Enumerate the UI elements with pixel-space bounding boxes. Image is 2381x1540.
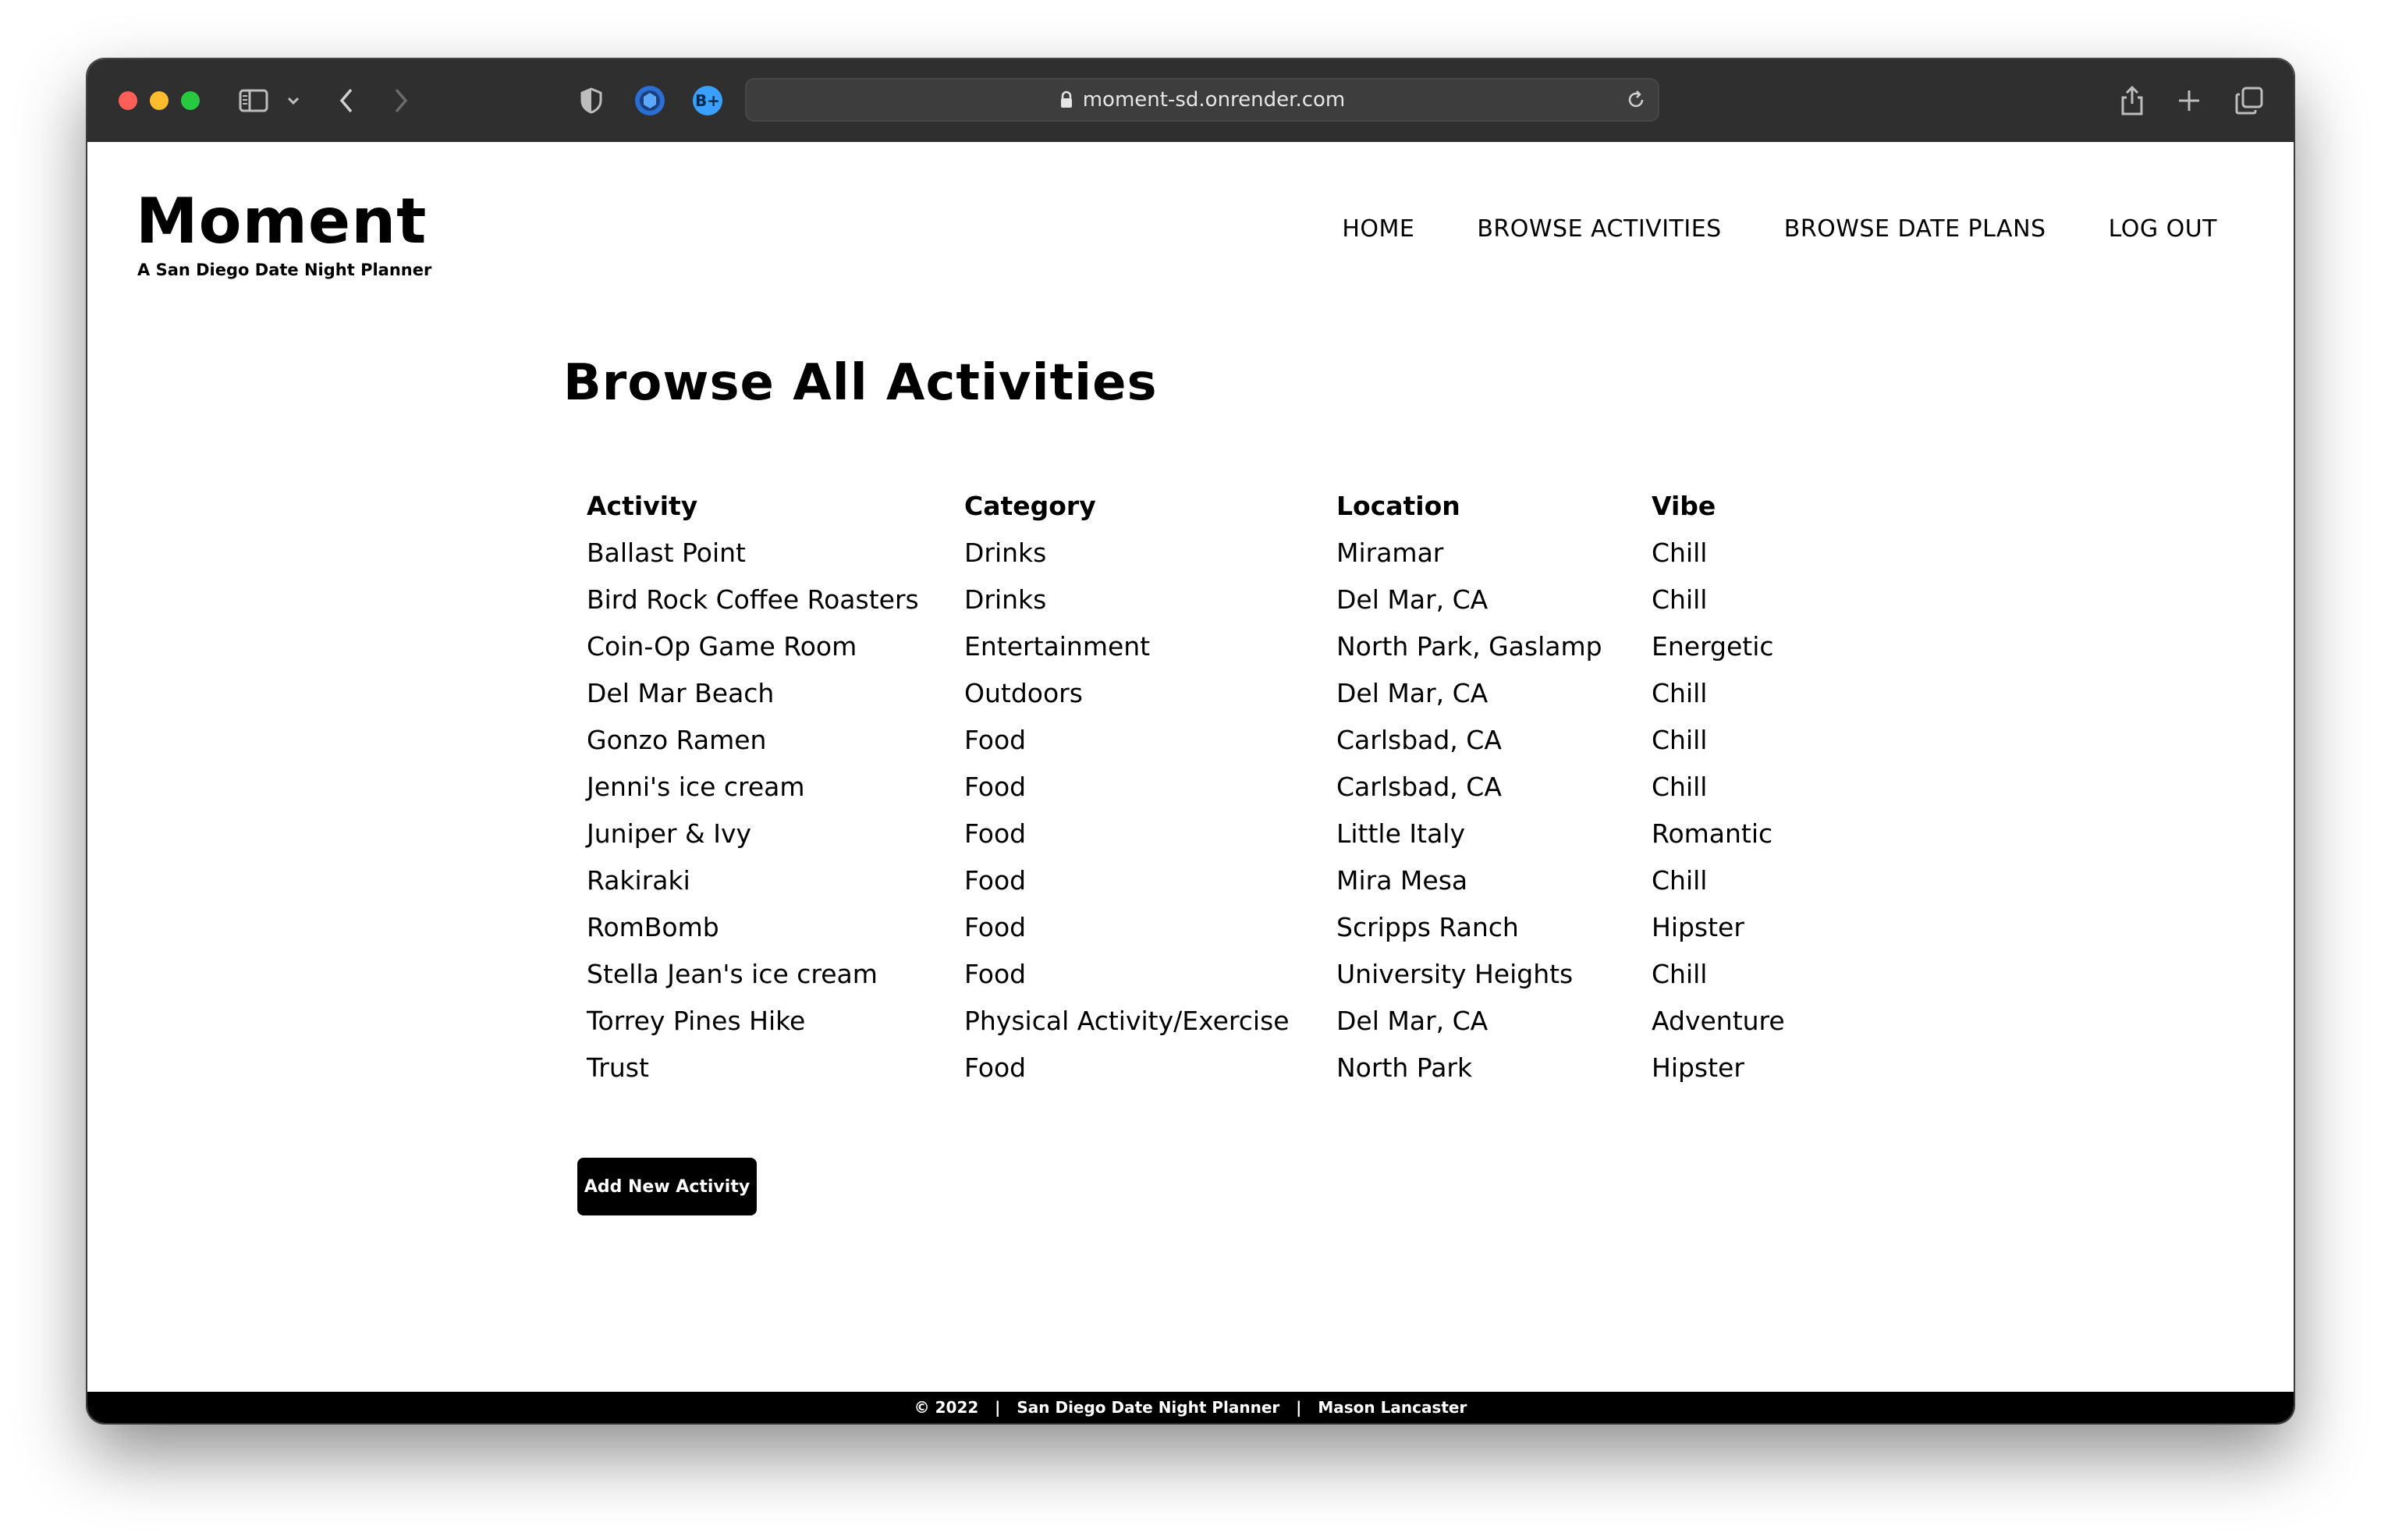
- cell-category: Food: [964, 911, 1027, 942]
- minimize-window-button[interactable]: [150, 91, 169, 110]
- cell-location: North Park: [1336, 1052, 1473, 1083]
- table-row[interactable]: Ballast Point Drinks Miramar Chill: [587, 529, 1870, 576]
- share-icon[interactable]: [2119, 83, 2145, 119]
- page-content: Moment A San Diego Date Night Planner HO…: [87, 142, 2294, 1423]
- column-header-activity: Activity: [587, 490, 698, 521]
- cell-category: Drinks: [964, 537, 1047, 568]
- table-row[interactable]: Jenni's ice cream Food Carlsbad, CA Chil…: [587, 763, 1870, 810]
- cell-vibe: Chill: [1652, 584, 1708, 615]
- new-tab-plus-icon[interactable]: [2177, 83, 2202, 119]
- table-row[interactable]: RomBomb Food Scripps Ranch Hipster: [587, 903, 1870, 950]
- cell-vibe: Adventure: [1652, 1005, 1785, 1036]
- site-logo-title[interactable]: Moment: [136, 190, 431, 253]
- cell-activity: Trust: [587, 1052, 649, 1083]
- cell-vibe: Hipster: [1652, 1052, 1744, 1083]
- brand: Moment A San Diego Date Night Planner: [136, 190, 432, 280]
- cell-activity: Juniper & Ivy: [587, 818, 752, 849]
- cell-location: Carlsbad, CA: [1336, 771, 1502, 802]
- cell-activity: Ballast Point: [587, 537, 746, 568]
- cell-location: Little Italy: [1336, 818, 1465, 849]
- table-row[interactable]: Stella Jean's ice cream Food University …: [587, 950, 1870, 997]
- cell-vibe: Chill: [1652, 771, 1708, 802]
- site-footer: © 2022 | San Diego Date Night Planner | …: [87, 1392, 2294, 1423]
- browser-toolbar: B+ moment-sd.onrender.com: [87, 59, 2294, 144]
- cell-activity: Del Mar Beach: [587, 677, 775, 708]
- stage: B+ moment-sd.onrender.com Moment A San D…: [0, 0, 2381, 1540]
- zoom-window-button[interactable]: [181, 91, 200, 110]
- cell-location: North Park, Gaslamp: [1336, 630, 1602, 662]
- table-row[interactable]: Coin-Op Game Room Entertainment North Pa…: [587, 623, 1870, 669]
- close-window-button[interactable]: [119, 91, 137, 110]
- browser-window: B+ moment-sd.onrender.com Moment A San D…: [87, 59, 2294, 1423]
- table-row[interactable]: Juniper & Ivy Food Little Italy Romantic: [587, 810, 1870, 857]
- privacy-shield-icon[interactable]: [579, 83, 604, 119]
- column-header-vibe: Vibe: [1652, 490, 1716, 521]
- cell-category: Food: [964, 818, 1027, 849]
- cell-activity: RomBomb: [587, 911, 719, 942]
- cell-vibe: Chill: [1652, 958, 1708, 989]
- table-row[interactable]: Trust Food North Park Hipster: [587, 1044, 1870, 1091]
- chevron-down-icon[interactable]: [286, 83, 301, 119]
- column-header-category: Category: [964, 490, 1096, 521]
- url-text: moment-sd.onrender.com: [1082, 88, 1346, 112]
- cell-activity: Stella Jean's ice cream: [587, 958, 878, 989]
- cell-location: University Heights: [1336, 958, 1574, 989]
- add-new-activity-button[interactable]: Add New Activity: [577, 1158, 757, 1215]
- cell-location: Del Mar, CA: [1336, 677, 1489, 708]
- reload-icon[interactable]: [1625, 89, 1647, 111]
- lock-icon: [1059, 90, 1073, 109]
- cell-activity: Torrey Pines Hike: [587, 1005, 806, 1036]
- cell-location: Miramar: [1336, 537, 1444, 568]
- cell-activity: Rakiraki: [587, 864, 690, 896]
- activities-table: Activity Category Location Vibe Ballast …: [587, 482, 1870, 1091]
- cell-category: Food: [964, 864, 1027, 896]
- cell-activity: Coin-Op Game Room: [587, 630, 857, 662]
- table-row[interactable]: Del Mar Beach Outdoors Del Mar, CA Chill: [587, 669, 1870, 716]
- tab-overview-icon[interactable]: [2234, 83, 2264, 119]
- address-bar[interactable]: moment-sd.onrender.com: [745, 78, 1659, 122]
- nav-browse-date-plans-link[interactable]: BROWSE DATE PLANS: [1784, 215, 2046, 243]
- cell-vibe: Chill: [1652, 724, 1708, 755]
- table-row[interactable]: Bird Rock Coffee Roasters Drinks Del Mar…: [587, 576, 1870, 623]
- cell-category: Drinks: [964, 584, 1047, 615]
- table-row[interactable]: Rakiraki Food Mira Mesa Chill: [587, 857, 1870, 903]
- cell-vibe: Chill: [1652, 537, 1708, 568]
- table-row[interactable]: Torrey Pines Hike Physical Activity/Exer…: [587, 997, 1870, 1044]
- site-tagline: A San Diego Date Night Planner: [137, 261, 432, 279]
- page-title: Browse All Activities: [563, 354, 1158, 412]
- cell-category: Physical Activity/Exercise: [964, 1005, 1290, 1036]
- cell-category: Outdoors: [964, 677, 1083, 708]
- cell-location: Del Mar, CA: [1336, 1005, 1489, 1036]
- main-nav: HOME BROWSE ACTIVITIES BROWSE DATE PLANS…: [1342, 215, 2217, 243]
- cell-category: Food: [964, 724, 1027, 755]
- cell-activity: Gonzo Ramen: [587, 724, 767, 755]
- extension-b-plus-icon[interactable]: B+: [691, 83, 724, 119]
- table-header-row: Activity Category Location Vibe: [587, 482, 1870, 529]
- cell-category: Food: [964, 1052, 1027, 1083]
- extension-vpn-icon[interactable]: [633, 83, 666, 119]
- cell-vibe: Chill: [1652, 864, 1708, 896]
- cell-activity: Bird Rock Coffee Roasters: [587, 584, 919, 615]
- forward-arrow-icon[interactable]: [392, 83, 410, 119]
- cell-activity: Jenni's ice cream: [587, 771, 805, 802]
- svg-text:B+: B+: [695, 91, 720, 110]
- cell-location: Del Mar, CA: [1336, 584, 1489, 615]
- cell-location: Carlsbad, CA: [1336, 724, 1502, 755]
- cell-location: Mira Mesa: [1336, 864, 1468, 896]
- sidebar-toggle-icon[interactable]: [239, 83, 270, 119]
- back-arrow-icon[interactable]: [337, 83, 356, 119]
- cell-category: Food: [964, 958, 1027, 989]
- cell-category: Food: [964, 771, 1027, 802]
- nav-home-link[interactable]: HOME: [1342, 215, 1414, 243]
- column-header-location: Location: [1336, 490, 1460, 521]
- cell-category: Entertainment: [964, 630, 1151, 662]
- cell-vibe: Romantic: [1652, 818, 1773, 849]
- cell-vibe: Chill: [1652, 677, 1708, 708]
- nav-logout-link[interactable]: LOG OUT: [2109, 215, 2217, 243]
- cell-location: Scripps Ranch: [1336, 911, 1519, 942]
- table-row[interactable]: Gonzo Ramen Food Carlsbad, CA Chill: [587, 716, 1870, 763]
- cell-vibe: Energetic: [1652, 630, 1774, 662]
- nav-browse-activities-link[interactable]: BROWSE ACTIVITIES: [1477, 215, 1721, 243]
- cell-vibe: Hipster: [1652, 911, 1744, 942]
